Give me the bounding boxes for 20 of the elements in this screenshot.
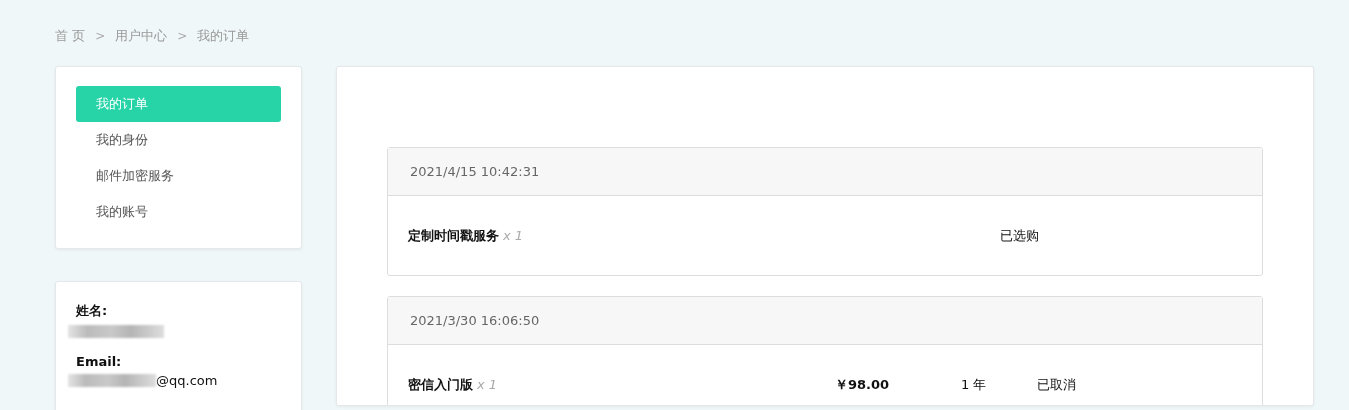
breadcrumb-link[interactable]: 首 页 bbox=[55, 27, 86, 45]
price: ￥98.00 bbox=[835, 375, 891, 394]
breadcrumb-link[interactable]: 用户中心 bbox=[115, 27, 168, 45]
field-label: Email: bbox=[76, 354, 123, 369]
order-status: 已选购 bbox=[1000, 226, 1040, 245]
order-time: 2021/4/15 10:42:31 bbox=[388, 148, 1262, 196]
order-time: 2021/3/30 16:06:50 bbox=[388, 297, 1262, 345]
product-name: 定制时间戳服务 x 1 bbox=[408, 226, 525, 245]
product-name: 密信入门版 x 1 bbox=[408, 375, 499, 394]
sidebar-item[interactable]: 我的订单 bbox=[76, 86, 281, 122]
breadcrumb-link[interactable]: 我的订单 bbox=[197, 27, 250, 45]
sidebar-item[interactable]: 我的账号 bbox=[76, 194, 281, 230]
breadcrumb-separator: > bbox=[95, 29, 106, 43]
email-domain: @qq.com bbox=[156, 372, 218, 388]
duration: 1 年 bbox=[961, 375, 988, 394]
field-label: 姓名: bbox=[76, 302, 109, 320]
sidebar-item[interactable]: 邮件加密服务 bbox=[76, 158, 281, 194]
sidebar-item[interactable]: 我的身份 bbox=[76, 122, 281, 158]
breadcrumb-separator: > bbox=[177, 29, 188, 43]
order-status: 已取消 bbox=[1037, 375, 1077, 394]
